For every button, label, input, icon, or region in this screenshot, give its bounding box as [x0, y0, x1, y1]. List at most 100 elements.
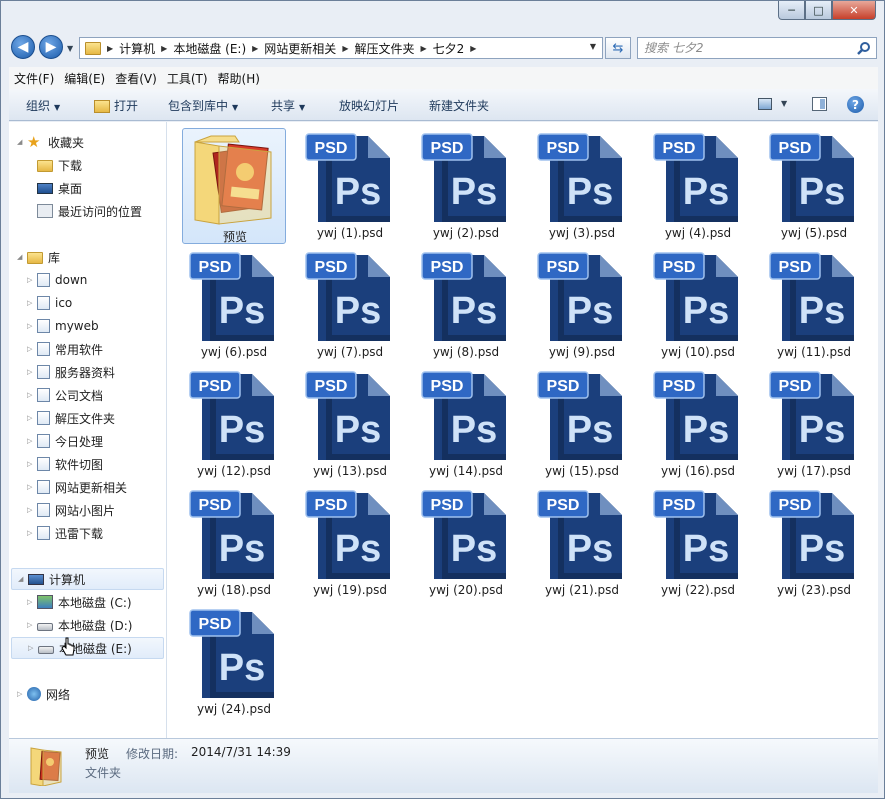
collapsed-arrow-icon[interactable]: ▷ — [27, 368, 37, 376]
breadcrumb-computer[interactable]: 计算机 — [119, 40, 155, 57]
nav-item-library[interactable]: ▷ 网站小图片 — [27, 499, 115, 521]
psd-file-tile[interactable]: PSD Ps ywj (10).psd — [646, 247, 750, 363]
nav-item-library[interactable]: ▷ down — [27, 269, 87, 291]
nav-item-downloads[interactable]: 下载 — [37, 154, 82, 176]
collapsed-arrow-icon[interactable]: ▷ — [27, 621, 37, 629]
psd-file-tile[interactable]: PSD Ps ywj (13).psd — [298, 366, 402, 482]
collapsed-arrow-icon[interactable]: ▷ — [27, 529, 37, 537]
nav-item-library[interactable]: ▷ 公司文档 — [27, 384, 103, 406]
psd-file-tile[interactable]: PSD Ps ywj (11).psd — [762, 247, 866, 363]
psd-file-tile[interactable]: PSD Ps ywj (23).psd — [762, 485, 866, 601]
psd-file-tile[interactable]: PSD Ps ywj (5).psd — [762, 128, 866, 244]
chevron-right-icon[interactable]: ▶ — [161, 44, 167, 53]
search-input[interactable] — [644, 40, 844, 56]
expand-arrow-icon[interactable]: ◢ — [18, 575, 28, 583]
psd-file-tile[interactable]: PSD Ps ywj (9).psd — [530, 247, 634, 363]
collapsed-arrow-icon[interactable]: ▷ — [27, 506, 37, 514]
slideshow-button[interactable]: 放映幻灯片 — [339, 97, 399, 114]
collapsed-arrow-icon[interactable]: ▷ — [27, 437, 37, 445]
collapsed-arrow-icon[interactable]: ▷ — [17, 690, 27, 698]
menu-file[interactable]: 文件(F) — [9, 70, 59, 87]
chevron-right-icon[interactable]: ▶ — [470, 44, 476, 53]
menu-edit[interactable]: 编辑(E) — [59, 70, 110, 87]
new-folder-button[interactable]: 新建文件夹 — [429, 97, 489, 114]
collapsed-arrow-icon[interactable]: ▷ — [27, 345, 37, 353]
refresh-button[interactable]: ⇆ — [605, 37, 631, 59]
maximize-button[interactable]: □ — [805, 1, 832, 20]
collapsed-arrow-icon[interactable]: ▷ — [27, 391, 37, 399]
nav-item-library[interactable]: ▷ 解压文件夹 — [27, 407, 115, 429]
address-bar[interactable]: ▶ 计算机 ▶ 本地磁盘 (E:) ▶ 网站更新相关 ▶ 解压文件夹 ▶ 七夕2… — [79, 37, 603, 59]
collapsed-arrow-icon[interactable]: ▷ — [27, 460, 37, 468]
view-options-dropdown[interactable]: ▼ — [781, 99, 787, 108]
psd-file-tile[interactable]: PSD Ps ywj (19).psd — [298, 485, 402, 601]
chevron-right-icon[interactable]: ▶ — [342, 44, 348, 53]
organize-button[interactable]: 组织 ▼ — [26, 97, 60, 114]
psd-file-tile[interactable]: PSD Ps ywj (3).psd — [530, 128, 634, 244]
menu-view[interactable]: 查看(V) — [110, 70, 162, 87]
search-icon[interactable] — [857, 41, 871, 55]
close-button[interactable]: ✕ — [832, 1, 876, 20]
collapsed-arrow-icon[interactable]: ▷ — [27, 299, 37, 307]
nav-item-recent-places[interactable]: 最近访问的位置 — [37, 200, 142, 222]
chevron-right-icon[interactable]: ▶ — [252, 44, 258, 53]
include-in-library-button[interactable]: 包含到库中 ▼ — [168, 97, 238, 114]
collapsed-arrow-icon[interactable]: ▷ — [27, 276, 37, 284]
nav-item-library[interactable]: ▷ myweb — [27, 315, 99, 337]
psd-file-tile[interactable]: PSD Ps ywj (21).psd — [530, 485, 634, 601]
collapsed-arrow-icon[interactable]: ▷ — [28, 644, 38, 652]
change-view-icon[interactable] — [758, 98, 772, 110]
share-button[interactable]: 共享 ▼ — [271, 97, 305, 114]
nav-item-desktop[interactable]: 桌面 — [37, 177, 82, 199]
nav-item-drive-e[interactable]: ▷ 本地磁盘 (E:) — [11, 637, 164, 659]
help-icon[interactable]: ? — [847, 96, 864, 113]
chevron-right-icon[interactable]: ▶ — [107, 44, 113, 53]
nav-item-library[interactable]: ▷ 常用软件 — [27, 338, 103, 360]
expand-arrow-icon[interactable]: ◢ — [17, 138, 27, 146]
preview-pane-icon[interactable] — [812, 97, 827, 111]
back-button[interactable]: ◀ — [11, 35, 35, 59]
nav-item-library[interactable]: ▷ 服务器资料 — [27, 361, 115, 383]
nav-item-library[interactable]: ▷ 网站更新相关 — [27, 476, 127, 498]
nav-favorites[interactable]: ◢ ★ 收藏夹 — [17, 131, 84, 153]
nav-computer[interactable]: ◢ 计算机 — [11, 568, 164, 590]
psd-file-tile[interactable]: PSD Ps ywj (18).psd — [182, 485, 286, 601]
menu-help[interactable]: 帮助(H) — [213, 70, 265, 87]
collapsed-arrow-icon[interactable]: ▷ — [27, 598, 37, 606]
breadcrumb-current-folder[interactable]: 七夕2 — [433, 40, 465, 57]
open-button[interactable]: 打开 — [94, 97, 138, 114]
chevron-right-icon[interactable]: ▶ — [420, 44, 426, 53]
psd-file-tile[interactable]: PSD Ps ywj (14).psd — [414, 366, 518, 482]
psd-file-tile[interactable]: PSD Ps ywj (2).psd — [414, 128, 518, 244]
menu-tools[interactable]: 工具(T) — [162, 70, 213, 87]
psd-file-tile[interactable]: PSD Ps ywj (7).psd — [298, 247, 402, 363]
collapsed-arrow-icon[interactable]: ▷ — [27, 414, 37, 422]
psd-file-tile[interactable]: PSD Ps ywj (24).psd — [182, 604, 286, 720]
forward-button[interactable]: ▶ — [39, 35, 63, 59]
psd-file-tile[interactable]: PSD Ps ywj (1).psd — [298, 128, 402, 244]
psd-file-tile[interactable]: PSD Ps ywj (12).psd — [182, 366, 286, 482]
nav-item-library[interactable]: ▷ 今日处理 — [27, 430, 103, 452]
breadcrumb-site-update[interactable]: 网站更新相关 — [264, 40, 336, 57]
recent-pages-dropdown[interactable]: ▼ — [67, 44, 73, 53]
nav-item-drive-c[interactable]: ▷ 本地磁盘 (C:) — [27, 591, 132, 613]
nav-libraries[interactable]: ◢ 库 — [17, 246, 60, 268]
folder-tile-preview[interactable]: 预览 — [182, 128, 286, 244]
collapsed-arrow-icon[interactable]: ▷ — [27, 483, 37, 491]
psd-file-tile[interactable]: PSD Ps ywj (8).psd — [414, 247, 518, 363]
psd-file-tile[interactable]: PSD Ps ywj (6).psd — [182, 247, 286, 363]
psd-file-tile[interactable]: PSD Ps ywj (15).psd — [530, 366, 634, 482]
address-history-dropdown[interactable]: ▼ — [590, 42, 596, 51]
breadcrumb-unzip-folder[interactable]: 解压文件夹 — [354, 40, 414, 57]
nav-item-drive-d[interactable]: ▷ 本地磁盘 (D:) — [27, 614, 132, 636]
psd-file-tile[interactable]: PSD Ps ywj (16).psd — [646, 366, 750, 482]
breadcrumb-drive-e[interactable]: 本地磁盘 (E:) — [173, 40, 246, 57]
collapsed-arrow-icon[interactable]: ▷ — [27, 322, 37, 330]
psd-file-tile[interactable]: PSD Ps ywj (17).psd — [762, 366, 866, 482]
nav-item-library[interactable]: ▷ ico — [27, 292, 72, 314]
psd-file-tile[interactable]: PSD Ps ywj (4).psd — [646, 128, 750, 244]
psd-file-tile[interactable]: PSD Ps ywj (22).psd — [646, 485, 750, 601]
psd-file-tile[interactable]: PSD Ps ywj (20).psd — [414, 485, 518, 601]
expand-arrow-icon[interactable]: ◢ — [17, 253, 27, 261]
minimize-button[interactable]: ─ — [778, 1, 805, 20]
